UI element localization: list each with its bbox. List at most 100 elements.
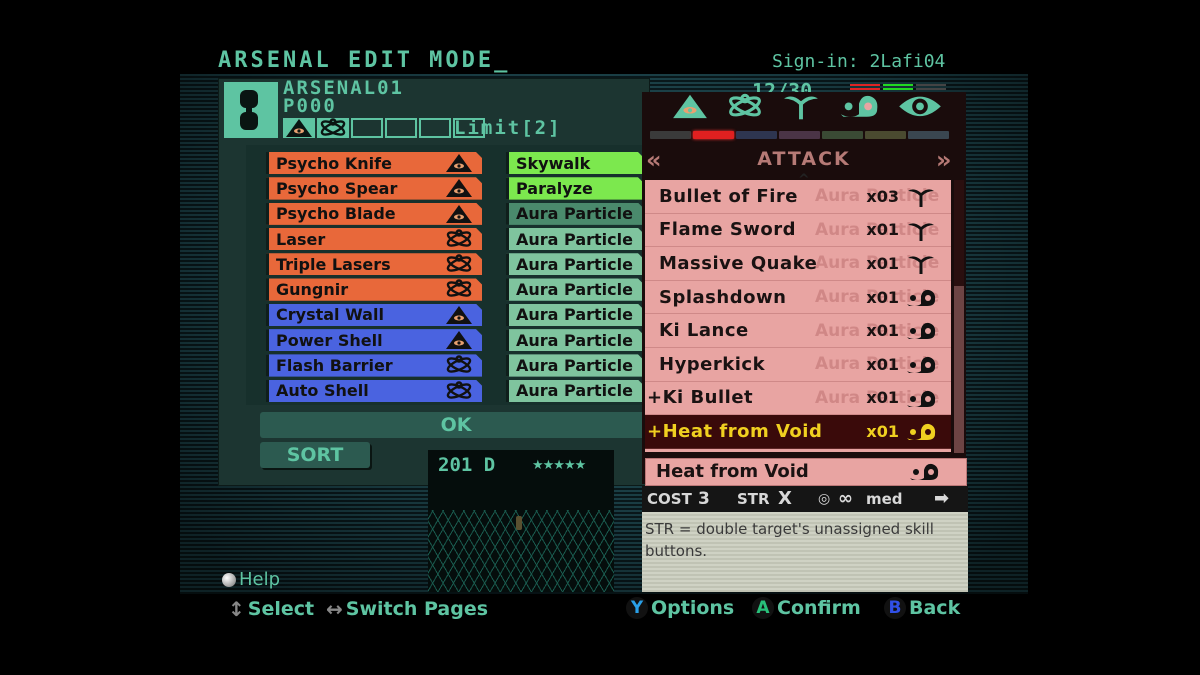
optical-icon[interactable] bbox=[727, 93, 763, 124]
category-title: ATTACK bbox=[757, 148, 851, 170]
skill-row[interactable]: Aura Particle Massive Quake x01 bbox=[645, 247, 951, 281]
skill-quantity: x01 bbox=[866, 388, 899, 408]
deck-card[interactable]: Aura Particle bbox=[506, 329, 644, 351]
ki-icon bbox=[903, 320, 939, 342]
confirm-hint[interactable]: A Confirm bbox=[752, 597, 861, 619]
deck-card[interactable]: Skywalk bbox=[506, 152, 644, 174]
ki-icon[interactable] bbox=[838, 93, 880, 124]
card-name: Crystal Wall bbox=[276, 305, 384, 325]
category-tab[interactable] bbox=[865, 131, 906, 139]
skill-row[interactable]: Aura Particle +Ki Bullet x01 bbox=[645, 382, 951, 416]
category-tab[interactable] bbox=[908, 131, 949, 139]
help-label: Help bbox=[239, 569, 281, 590]
deck-meter bbox=[850, 84, 880, 92]
deck-card[interactable]: Flash Barrier bbox=[266, 354, 482, 376]
arrow-right-icon[interactable]: ➡ bbox=[934, 486, 949, 512]
str-value: X bbox=[778, 488, 792, 509]
speed-value: med bbox=[866, 490, 903, 508]
deck-card[interactable]: Psycho Blade bbox=[266, 203, 482, 225]
y-button-icon: Y bbox=[626, 597, 648, 619]
card-name: Psycho Spear bbox=[276, 178, 398, 198]
switch-pages-label: Switch Pages bbox=[345, 598, 489, 620]
range-value: ∞ bbox=[838, 488, 853, 509]
deck-card[interactable]: Crystal Wall bbox=[266, 304, 482, 326]
sign-in-label: Sign-in: 2Lafi04 bbox=[772, 51, 946, 72]
deck-card[interactable]: Power Shell bbox=[266, 329, 482, 351]
skill-name: Splashdown bbox=[659, 286, 787, 308]
skill-row[interactable]: +Heat from Void x01 bbox=[645, 415, 951, 449]
skill-scrollbar[interactable] bbox=[954, 180, 964, 453]
deck-card[interactable]: Paralyze bbox=[506, 177, 644, 199]
scroll-up-icon[interactable]: ^ bbox=[798, 172, 810, 188]
card-name: Aura Particle bbox=[516, 280, 633, 300]
deck-card[interactable]: Gungnir bbox=[266, 278, 482, 300]
skill-name: Ki Lance bbox=[659, 320, 749, 342]
category-tab[interactable] bbox=[693, 131, 734, 139]
ki-icon bbox=[903, 354, 939, 376]
game-screen: ARSENAL EDIT MODE_ Sign-in: 2Lafi04 ARSE… bbox=[0, 0, 1200, 675]
deck-card[interactable]: Aura Particle bbox=[506, 354, 644, 376]
psycho-icon[interactable] bbox=[672, 93, 708, 124]
deck-card[interactable]: Psycho Spear bbox=[266, 177, 482, 199]
ok-button[interactable]: OK bbox=[260, 412, 652, 438]
optical-icon bbox=[444, 279, 474, 299]
deck-card[interactable]: Aura Particle bbox=[506, 253, 644, 275]
vertical-arrows-icon: ↕ bbox=[228, 597, 245, 621]
optical-icon bbox=[444, 381, 474, 401]
card-name: Aura Particle bbox=[516, 229, 633, 249]
a-button-icon: A bbox=[752, 597, 774, 619]
skill-row[interactable]: Aura Particle Flame Sword x01 bbox=[645, 214, 951, 248]
skill-name: Flame Sword bbox=[659, 219, 797, 241]
skill-quantity: x01 bbox=[866, 354, 899, 374]
skill-quantity: x03 bbox=[866, 186, 899, 206]
deck-card[interactable]: Auto Shell bbox=[266, 380, 482, 402]
deck-card[interactable]: Aura Particle bbox=[506, 278, 644, 300]
str-label: STR bbox=[737, 490, 770, 508]
select-label: Select bbox=[247, 598, 315, 620]
next-category-button[interactable]: » bbox=[936, 146, 952, 174]
deck-card[interactable]: Psycho Knife bbox=[266, 152, 482, 174]
nature-icon[interactable] bbox=[783, 93, 819, 124]
faith-icon[interactable] bbox=[897, 92, 944, 126]
skill-name: Bullet of Fire bbox=[659, 185, 798, 207]
card-name: Aura Particle bbox=[516, 356, 633, 376]
category-tab[interactable] bbox=[736, 131, 777, 139]
card-name: Flash Barrier bbox=[276, 356, 393, 376]
help-prompt[interactable]: Help bbox=[222, 569, 280, 590]
category-tabs bbox=[650, 131, 949, 139]
nature-icon bbox=[903, 186, 939, 208]
ki-icon bbox=[903, 388, 939, 410]
skill-quantity: x01 bbox=[866, 287, 899, 307]
deck-card[interactable]: Aura Particle bbox=[506, 228, 644, 250]
card-name: Aura Particle bbox=[516, 254, 633, 274]
deck-card[interactable]: Laser bbox=[266, 228, 482, 250]
ki-icon bbox=[903, 421, 939, 443]
skill-row[interactable]: Aura Particle Hyperkick x01 bbox=[645, 348, 951, 382]
psycho-icon bbox=[444, 204, 474, 224]
options-label: Options bbox=[651, 597, 735, 619]
deck-meter bbox=[916, 84, 946, 92]
deck-card[interactable]: Aura Particle bbox=[506, 304, 644, 326]
switch-pages-hint: ↔ Switch Pages bbox=[326, 597, 488, 621]
deck-card[interactable]: Triple Lasers bbox=[266, 253, 482, 275]
help-button-icon bbox=[222, 572, 236, 587]
nature-icon bbox=[903, 220, 939, 242]
card-name: Aura Particle bbox=[516, 305, 633, 325]
category-tab[interactable] bbox=[822, 131, 863, 139]
options-hint[interactable]: Y Options bbox=[626, 597, 734, 619]
school-slot-empty bbox=[419, 118, 451, 138]
scrollbar-thumb[interactable] bbox=[954, 286, 964, 453]
back-hint[interactable]: B Back bbox=[884, 597, 960, 619]
school-slot-empty bbox=[385, 118, 417, 138]
category-tab[interactable] bbox=[650, 131, 691, 139]
category-tab[interactable] bbox=[779, 131, 820, 139]
skill-quantity: x01 bbox=[866, 321, 899, 341]
deck-card[interactable]: Aura Particle bbox=[506, 203, 644, 225]
skill-row[interactable]: Aura Particle Splashdown x01 bbox=[645, 281, 951, 315]
cost-label: COST bbox=[647, 490, 692, 508]
skill-name: +Ki Bullet bbox=[647, 387, 754, 409]
skill-row[interactable]: Aura Particle Ki Lance x01 bbox=[645, 314, 951, 348]
skill-stats: COST 3 STR X ◎ ∞ med ➡ bbox=[642, 486, 968, 512]
deck-card[interactable]: Aura Particle bbox=[506, 380, 644, 402]
sort-button[interactable]: SORT bbox=[260, 442, 370, 468]
